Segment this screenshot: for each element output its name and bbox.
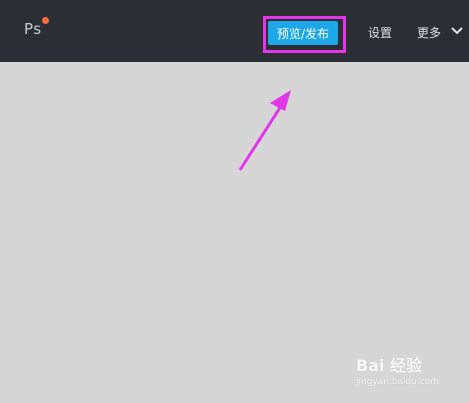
preview-publish-button[interactable]: 预览/发布 <box>268 21 338 45</box>
watermark-sub: jingyan.baidu.com <box>356 377 440 387</box>
top-bar: Ps 预览/发布 设置 更多 <box>0 0 469 62</box>
more-menu[interactable]: 更多 <box>417 24 441 41</box>
watermark-main: Bai 经验 <box>356 356 423 375</box>
baidu-watermark: Bai 经验 jingyan.baidu.com <box>356 352 466 398</box>
notification-dot <box>42 17 49 24</box>
chevron-down-icon[interactable] <box>451 26 463 36</box>
app-logo[interactable]: Ps <box>24 20 42 38</box>
settings-menu[interactable]: 设置 <box>368 24 392 41</box>
